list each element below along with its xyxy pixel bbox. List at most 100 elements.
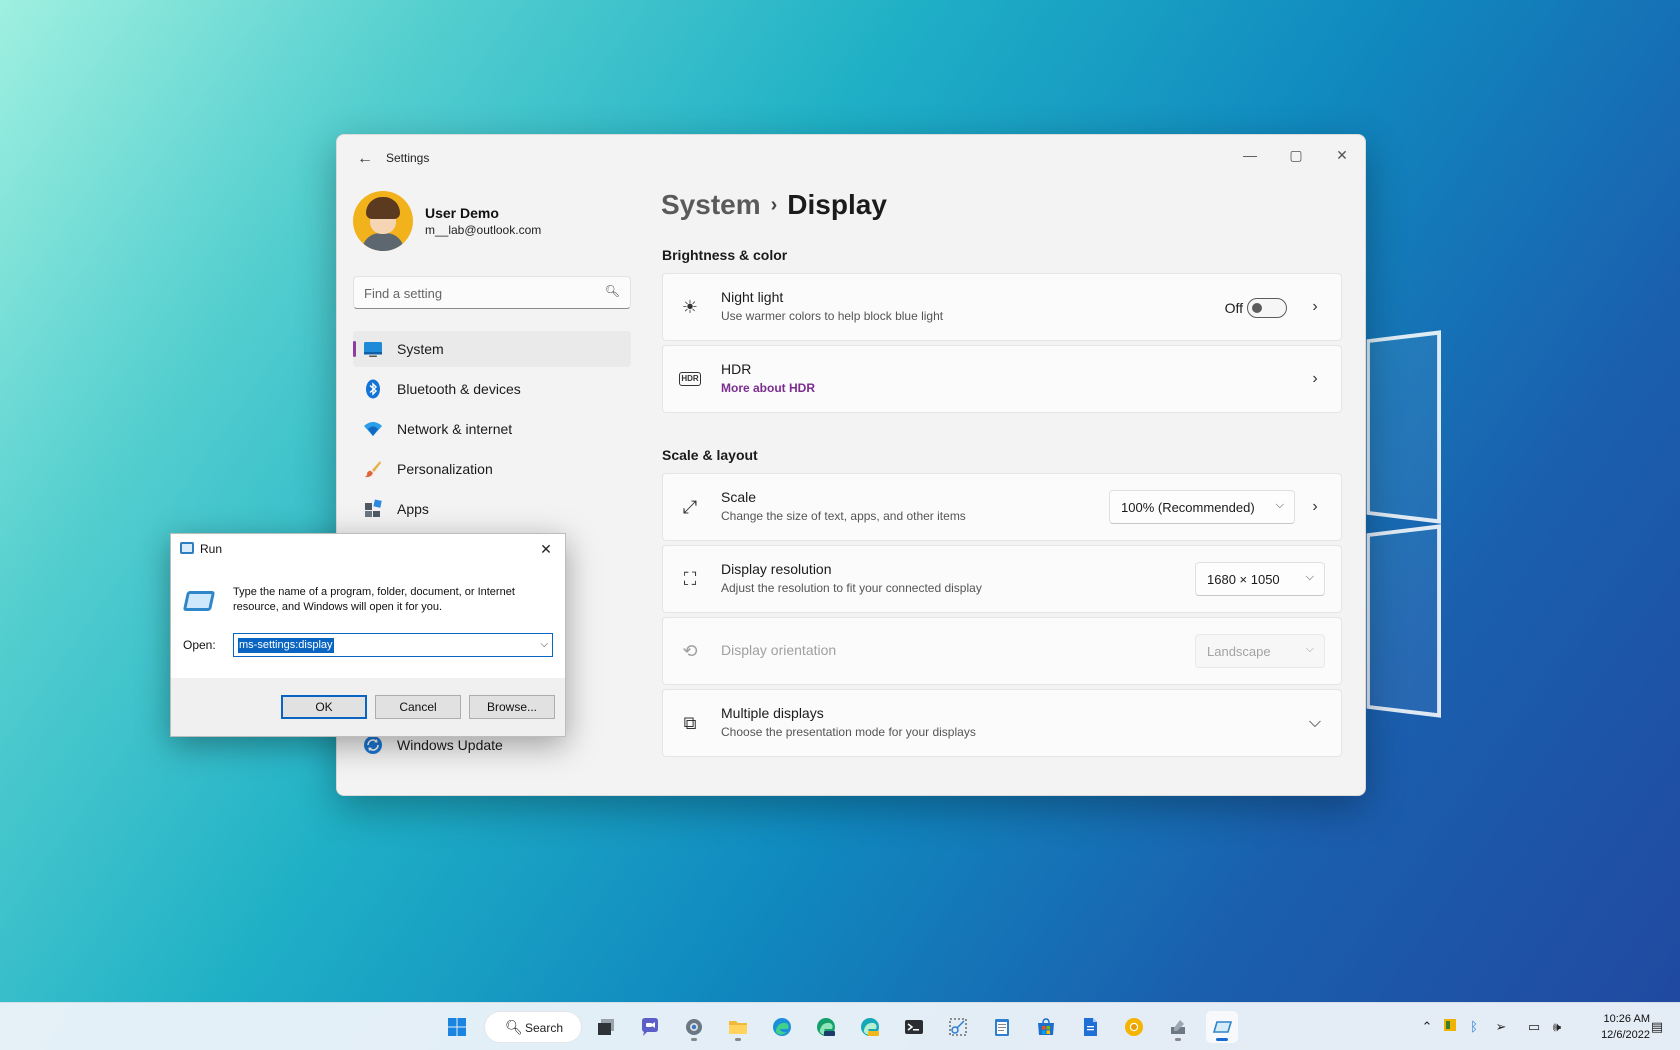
sidebar-item-bluetooth[interactable]: Bluetooth & devices: [353, 371, 631, 407]
chevron-right-icon[interactable]: ›: [1305, 496, 1325, 518]
chevron-right-icon[interactable]: ›: [1305, 296, 1325, 318]
run-title-bar[interactable]: Run ✕: [171, 534, 565, 564]
hdr-card[interactable]: HDR HDR More about HDR ›: [662, 345, 1342, 413]
breadcrumb-parent[interactable]: System: [661, 189, 761, 220]
tools-button[interactable]: [1162, 1011, 1194, 1043]
back-arrow-icon[interactable]: ←: [353, 147, 377, 171]
wallpaper-pane-bottom: [1366, 524, 1442, 718]
sidebar-nav: System Bluetooth & devices Network & int…: [353, 331, 631, 531]
folder-icon: [729, 1021, 747, 1034]
edge-button[interactable]: [766, 1011, 798, 1043]
avatar[interactable]: [353, 191, 413, 251]
settings-search-box[interactable]: 🔍︎: [353, 276, 631, 309]
date: 12/6/2022: [1601, 1029, 1650, 1041]
sidebar-item-label: System: [397, 341, 444, 357]
card-subtitle: Use warmer colors to help block blue lig…: [721, 309, 944, 323]
taskbar-search[interactable]: 🔍︎ Search: [484, 1011, 582, 1043]
tray-app-icon[interactable]: [1441, 1019, 1459, 1034]
close-icon[interactable]: ✕: [533, 537, 559, 561]
dropdown-value: 100% (Recommended): [1121, 500, 1255, 515]
title-bar[interactable]: ← Settings — ▢ ✕: [337, 135, 1365, 183]
card-title: Scale: [721, 489, 757, 505]
taskbar-search-label: Search: [525, 1021, 564, 1035]
browse-button[interactable]: Browse...: [469, 695, 555, 719]
notepad-icon: [995, 1019, 1009, 1036]
card-title: HDR: [721, 361, 752, 377]
chat-button[interactable]: [634, 1011, 666, 1043]
sidebar-item-system[interactable]: System: [353, 331, 631, 367]
cancel-button[interactable]: Cancel: [375, 695, 461, 719]
sidebar-item-network[interactable]: Network & internet: [353, 411, 631, 447]
scale-dropdown[interactable]: 100% (Recommended) ⌵: [1109, 490, 1295, 524]
clock[interactable]: 10:26 AM 12/6/2022: [1601, 1011, 1650, 1043]
sidebar-item-label: Bluetooth & devices: [397, 381, 521, 397]
bluetooth-icon[interactable]: ᛒ: [1465, 1019, 1483, 1034]
location-icon[interactable]: ➢: [1492, 1019, 1510, 1035]
orientation-icon: ⟲: [682, 641, 698, 661]
run-icon: [180, 542, 194, 554]
store-button[interactable]: [1030, 1011, 1062, 1043]
display-resolution-card[interactable]: ⛶ Display resolution Adjust the resoluti…: [662, 545, 1342, 613]
minimize-button[interactable]: —: [1227, 141, 1273, 169]
word-button[interactable]: [1074, 1011, 1106, 1043]
breadcrumb-separator: ›: [770, 194, 778, 216]
section-brightness-color: Brightness & color: [662, 247, 788, 263]
run-taskbar-app[interactable]: [1206, 1011, 1238, 1043]
sidebar-item-label: Network & internet: [397, 421, 513, 437]
chevron-right-icon[interactable]: ›: [1305, 368, 1325, 390]
card-title: Multiple displays: [721, 705, 824, 721]
tools-icon: [1171, 1020, 1185, 1034]
card-subtitle: Choose the presentation mode for your di…: [721, 725, 976, 739]
resolution-icon: ⛶: [683, 569, 697, 589]
running-indicator: [1175, 1038, 1181, 1041]
display-orientation-card: ⟲ Display orientation Landscape ⌵: [662, 617, 1342, 685]
multiple-displays-card[interactable]: ⧉ Multiple displays Choose the presentat…: [662, 689, 1342, 757]
scale-card[interactable]: ⤢ Scale Change the size of text, apps, a…: [662, 473, 1342, 541]
volume-icon[interactable]: 🕪︎: [1548, 1019, 1566, 1035]
chrome-canary-button[interactable]: [1118, 1011, 1150, 1043]
start-button[interactable]: [441, 1011, 473, 1043]
maximize-button[interactable]: ▢: [1273, 141, 1319, 169]
edge-beta-button[interactable]: [810, 1011, 842, 1043]
search-icon[interactable]: 🔍︎: [605, 284, 620, 298]
snipping-icon: [949, 1018, 967, 1036]
card-subtitle: Adjust the resolution to fit your connec…: [721, 581, 982, 595]
document-icon: [1084, 1018, 1097, 1036]
chevron-up-icon[interactable]: ⌃: [1418, 1019, 1436, 1035]
sidebar-item-personalization[interactable]: Personalization: [353, 451, 631, 487]
close-button[interactable]: ✕: [1319, 141, 1365, 169]
notepad-button[interactable]: [986, 1011, 1018, 1043]
network-icon[interactable]: ▭: [1525, 1019, 1543, 1035]
user-name: User Demo: [425, 205, 499, 221]
wifi-icon: [364, 422, 382, 436]
resolution-dropdown[interactable]: 1680 × 1050 ⌵: [1195, 562, 1325, 596]
chevron-down-icon[interactable]: ⌵: [540, 639, 548, 650]
page-title: Display: [787, 189, 887, 220]
orientation-dropdown: Landscape ⌵: [1195, 634, 1325, 668]
night-light-card[interactable]: ☀ Night light Use warmer colors to help …: [662, 273, 1342, 341]
sidebar-item-apps[interactable]: Apps: [353, 491, 631, 527]
search-input[interactable]: [364, 283, 594, 303]
sidebar-item-label: Apps: [397, 501, 429, 517]
terminal-button[interactable]: [898, 1011, 930, 1043]
more-about-hdr-link[interactable]: More about HDR: [721, 381, 815, 395]
open-input-value[interactable]: ms-settings:display: [238, 638, 334, 653]
chevron-down-icon[interactable]: ⌵: [1305, 712, 1325, 734]
file-explorer-button[interactable]: [722, 1011, 754, 1043]
ok-button[interactable]: OK: [281, 695, 367, 719]
snipping-tool-button[interactable]: [942, 1011, 974, 1043]
night-light-toggle[interactable]: [1247, 298, 1287, 318]
task-view-button[interactable]: [590, 1011, 622, 1043]
monitor-icon: [364, 342, 382, 357]
dropdown-value: Landscape: [1207, 644, 1271, 659]
edge-canary-button[interactable]: [854, 1011, 886, 1043]
open-combobox[interactable]: ms-settings:display ⌵: [233, 633, 553, 657]
update-icon: [364, 736, 382, 754]
window-title: Settings: [386, 151, 430, 165]
card-title: Night light: [721, 289, 784, 305]
chat-icon: [642, 1018, 658, 1036]
settings-taskbar-app[interactable]: [678, 1011, 710, 1043]
running-indicator: [735, 1038, 741, 1041]
notification-icon[interactable]: ▤: [1648, 1019, 1666, 1035]
run-description: Type the name of a program, folder, docu…: [233, 586, 515, 613]
